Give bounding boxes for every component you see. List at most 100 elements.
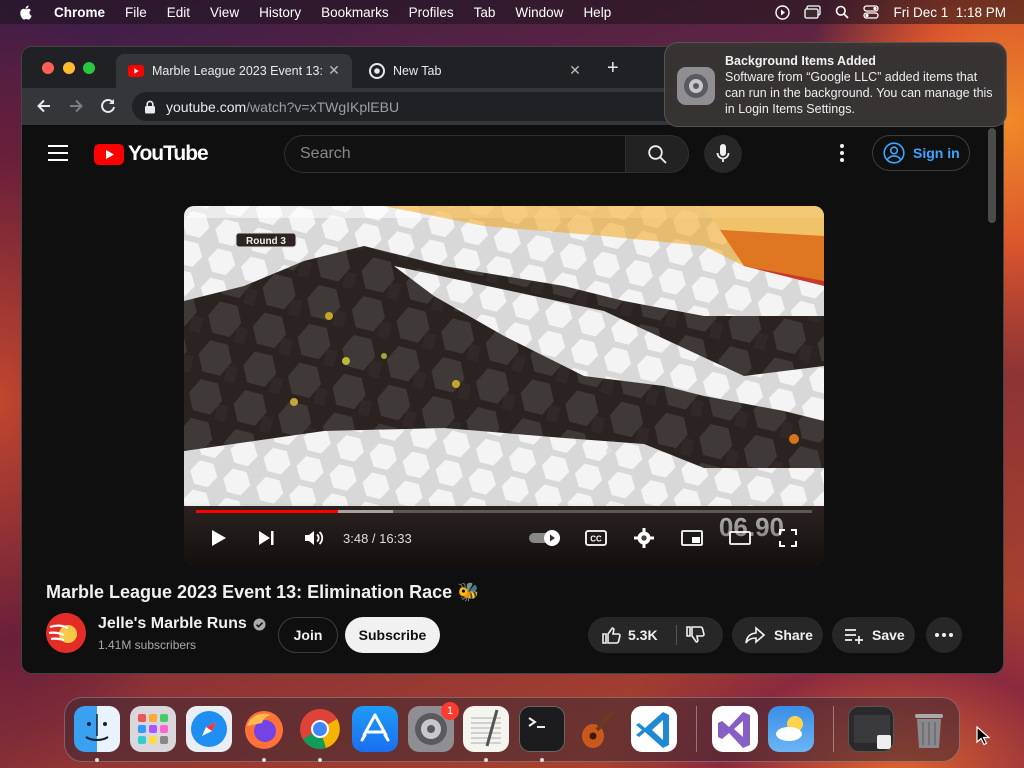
- launchpad-icon[interactable]: [130, 706, 176, 752]
- reload-icon[interactable]: [98, 96, 118, 116]
- page-scrollbar[interactable]: [988, 128, 996, 223]
- youtube-logo[interactable]: YouTube: [94, 142, 209, 166]
- youtube-icon: [128, 65, 144, 77]
- svg-text:Round 3: Round 3: [246, 236, 286, 247]
- like-dislike-group: 5.3K: [588, 617, 723, 653]
- tab-new-tab[interactable]: New Tab ✕: [357, 54, 593, 88]
- chrome-logo-icon: [300, 709, 340, 749]
- more-actions-button[interactable]: [926, 617, 962, 653]
- visual-studio-logo-icon: [718, 712, 750, 748]
- like-count[interactable]: 5.3K: [628, 627, 658, 643]
- svg-text:CC: CC: [590, 535, 602, 544]
- menu-file[interactable]: File: [125, 5, 147, 20]
- volume-icon[interactable]: [302, 526, 326, 550]
- menu-tab[interactable]: Tab: [474, 5, 496, 20]
- video-title: Marble League 2023 Event 13: Elimination…: [46, 582, 480, 602]
- save-button[interactable]: Save: [832, 617, 915, 653]
- played-bar: [196, 510, 338, 513]
- time-display: 3:48 / 16:33: [343, 531, 412, 546]
- notification-body: Software from “Google LLC” added items t…: [725, 70, 993, 116]
- play-icon[interactable]: [206, 526, 230, 550]
- menu-clock[interactable]: Fri Dec 1 1:18 PM: [893, 5, 1006, 20]
- system-settings-gear-icon: [677, 67, 715, 105]
- more-vert-icon[interactable]: [840, 144, 844, 162]
- menu-edit[interactable]: Edit: [167, 5, 190, 20]
- player-controls: 3:48 / 16:33 CC: [184, 502, 824, 566]
- finder-running-dot: [95, 758, 99, 762]
- close-tab-icon[interactable]: ✕: [326, 62, 342, 79]
- theater-mode-icon[interactable]: [728, 526, 752, 550]
- menu-window[interactable]: Window: [515, 5, 563, 20]
- forward-arrow-icon[interactable]: [66, 96, 86, 116]
- share-button[interactable]: Share: [732, 617, 823, 653]
- new-tab-plus-icon[interactable]: +: [607, 58, 619, 78]
- close-tab-icon[interactable]: ✕: [567, 62, 583, 79]
- play-circle-icon[interactable]: [775, 4, 791, 20]
- back-arrow-icon[interactable]: [34, 96, 54, 116]
- sign-in-button[interactable]: Sign in: [872, 135, 970, 171]
- menu-history[interactable]: History: [259, 5, 301, 20]
- url-path: /watch?v=xTWgIKplEBU: [246, 98, 400, 115]
- downloads-stack-icon[interactable]: [848, 706, 894, 752]
- thumbs-up-icon[interactable]: [600, 624, 622, 646]
- finder-icon[interactable]: [74, 706, 120, 752]
- dock: 1: [64, 697, 960, 762]
- fullscreen-icon[interactable]: [776, 526, 800, 550]
- voice-search-button[interactable]: [704, 135, 742, 173]
- menu-app-name[interactable]: Chrome: [54, 5, 105, 20]
- channel-avatar[interactable]: [46, 613, 86, 653]
- hamburger-menu-icon[interactable]: [48, 145, 68, 161]
- chrome-window: Marble League 2023 Event 13: Elimination…: [22, 47, 1003, 673]
- video-player[interactable]: Round 3 06.90 3:48 / 16:33: [184, 206, 824, 566]
- subscribe-button[interactable]: Subscribe: [345, 617, 440, 653]
- chrome-dock-icon[interactable]: [297, 706, 343, 752]
- zoom-window-button[interactable]: [83, 62, 95, 74]
- menu-bookmarks[interactable]: Bookmarks: [321, 5, 389, 20]
- closed-captions-icon[interactable]: CC: [584, 526, 608, 550]
- youtube-page: YouTube Search Sign in Round 3 3:48 / 16…: [22, 125, 1003, 673]
- join-button[interactable]: Join: [278, 617, 338, 653]
- search-input[interactable]: Search: [284, 135, 626, 173]
- notification-title: Background Items Added: [725, 54, 876, 68]
- garageband-icon[interactable]: [575, 706, 621, 752]
- search-button[interactable]: [625, 135, 689, 173]
- channel-name[interactable]: Jelle's Marble Runs: [98, 615, 266, 633]
- menu-view[interactable]: View: [210, 5, 239, 20]
- thumbs-down-icon[interactable]: [684, 624, 706, 646]
- textedit-running-dot: [484, 758, 488, 762]
- minimize-window-button[interactable]: [63, 62, 75, 74]
- background-items-notification[interactable]: Background Items Added Software from “Go…: [664, 42, 1007, 127]
- settings-gear-icon[interactable]: [632, 526, 656, 550]
- more-horiz-icon: [935, 633, 953, 637]
- app-store-icon[interactable]: [352, 706, 398, 752]
- autoplay-toggle-icon[interactable]: [528, 526, 562, 550]
- chrome-icon: [369, 63, 385, 79]
- window-stack-icon[interactable]: [804, 5, 822, 19]
- tab-youtube[interactable]: Marble League 2023 Event 13: Elimination…: [116, 54, 352, 88]
- firefox-running-dot: [262, 758, 266, 762]
- close-window-button[interactable]: [42, 62, 54, 74]
- launchpad-grid-icon: [138, 714, 168, 744]
- terminal-running-dot: [540, 758, 544, 762]
- site-info-icon[interactable]: [144, 100, 156, 114]
- miniplayer-icon[interactable]: [680, 526, 704, 550]
- next-video-icon[interactable]: [254, 526, 278, 550]
- textedit-page-icon: [471, 709, 501, 747]
- safari-icon[interactable]: [186, 706, 232, 752]
- firefox-icon[interactable]: [241, 706, 287, 752]
- weather-icon[interactable]: [768, 706, 814, 752]
- vscode-logo-icon: [636, 712, 669, 748]
- terminal-icon[interactable]: [519, 706, 565, 752]
- textedit-icon[interactable]: [463, 706, 509, 752]
- firefox-logo-icon: [245, 711, 283, 749]
- spotlight-search-icon[interactable]: [835, 5, 850, 19]
- visual-studio-icon[interactable]: [712, 706, 758, 752]
- control-center-icon[interactable]: [863, 5, 880, 19]
- menu-profiles[interactable]: Profiles: [409, 5, 454, 20]
- trash-icon[interactable]: [906, 706, 952, 752]
- vscode-icon[interactable]: [631, 706, 677, 752]
- apple-icon[interactable]: [18, 4, 32, 20]
- menu-help[interactable]: Help: [583, 5, 611, 20]
- progress-bar[interactable]: [196, 510, 812, 513]
- channel-name-text: Jelle's Marble Runs: [98, 615, 247, 632]
